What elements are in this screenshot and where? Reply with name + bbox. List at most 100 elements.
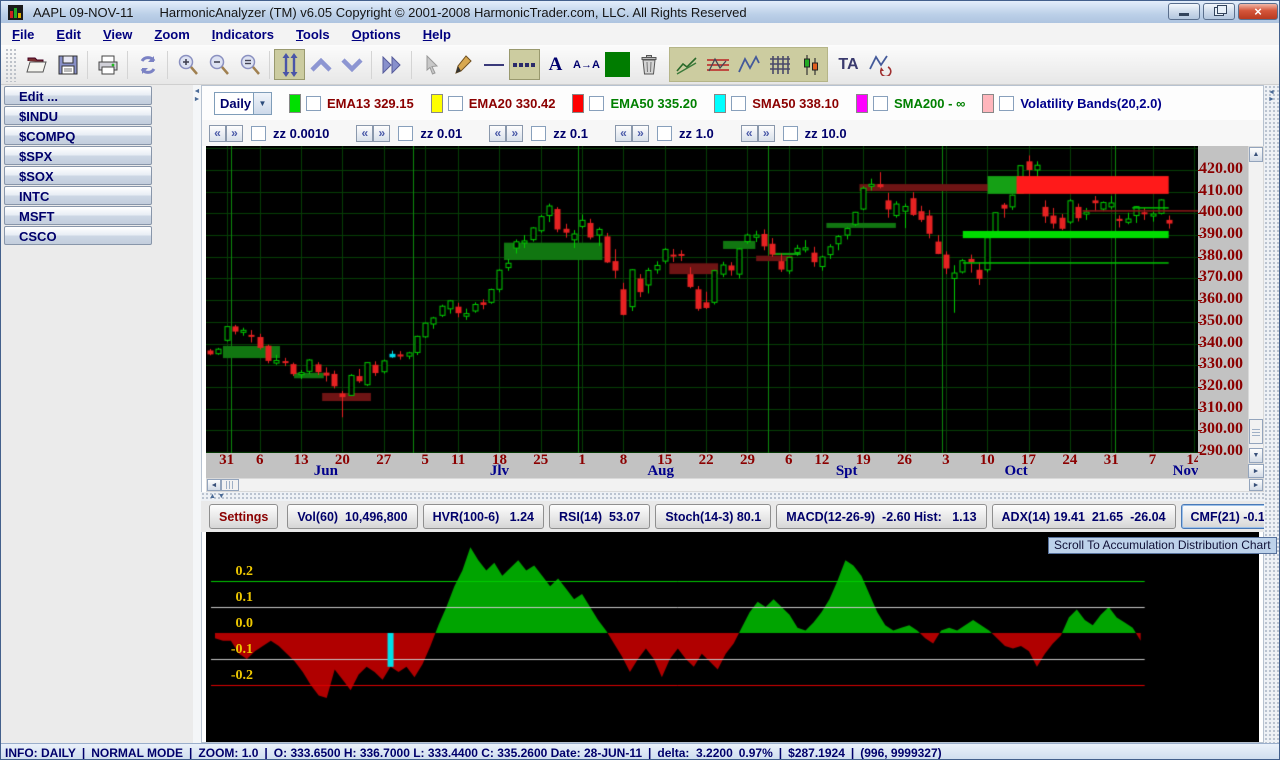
stoch-indicator-button[interactable]: Stoch(14-3) 80.1: [655, 504, 771, 529]
corner-scroll-button[interactable]: ►: [1248, 464, 1264, 478]
zz1-checkbox[interactable]: [657, 126, 672, 141]
legend-volatility-bands: Volatility Bands(20,2.0): [982, 94, 1161, 113]
time-scrollbar[interactable]: ◄ ►: [206, 478, 1264, 492]
pointer-tool-button[interactable]: [416, 49, 447, 80]
price-scroll-thumb[interactable]: [1249, 419, 1263, 444]
menu-zoom[interactable]: Zoom: [143, 25, 200, 44]
zz0001-next-button[interactable]: [226, 125, 243, 142]
date-tick-label: 19: [856, 453, 871, 467]
sidebar-splitter[interactable]: ◄►: [193, 85, 201, 743]
zz0001-checkbox[interactable]: [251, 126, 266, 141]
zz-group-10: zz 10.0: [741, 125, 847, 142]
fib-tool-button[interactable]: [702, 49, 733, 80]
restore-button[interactable]: [1203, 3, 1235, 20]
pencil-tool-button[interactable]: [447, 49, 478, 80]
zz10-label: zz 10.0: [805, 126, 847, 141]
sma50-checkbox[interactable]: [731, 96, 746, 111]
print-button[interactable]: [92, 49, 123, 80]
hvr-indicator-button[interactable]: HVR(100-6) 1.24: [423, 504, 544, 529]
cmf-indicator-button[interactable]: CMF(21) -0.131: [1181, 504, 1264, 529]
zz1-prev-button[interactable]: [615, 125, 632, 142]
sidebar-item-compq[interactable]: $COMPQ: [4, 126, 152, 145]
volatility-checkbox[interactable]: [999, 96, 1014, 111]
minimize-button[interactable]: [1168, 3, 1200, 20]
rsi-indicator-button[interactable]: RSI(14) 53.07: [549, 504, 650, 529]
sidebar-item-edit[interactable]: Edit ...: [4, 86, 152, 105]
zz10-checkbox[interactable]: [783, 126, 798, 141]
zz10-prev-button[interactable]: [741, 125, 758, 142]
open-button[interactable]: [21, 49, 52, 80]
text-tool-button[interactable]: A: [540, 49, 571, 80]
menu-help[interactable]: Help: [412, 25, 462, 44]
scroll-up-button[interactable]: ▲: [1249, 147, 1263, 162]
cmf-chart[interactable]: [206, 532, 1259, 742]
zz0001-prev-button[interactable]: [209, 125, 226, 142]
zz01-checkbox[interactable]: [531, 126, 546, 141]
menu-file[interactable]: File: [1, 25, 45, 44]
scroll-down-button[interactable]: ▼: [1249, 448, 1263, 463]
sidebar-item-csco[interactable]: CSCO: [4, 226, 152, 245]
color-swatch-button[interactable]: [602, 49, 633, 80]
sidebar-item-spx[interactable]: $SPX: [4, 146, 152, 165]
settings-button[interactable]: Settings: [209, 504, 278, 529]
macd-indicator-button[interactable]: MACD(12-26-9) -2.60 Hist: 1.13: [776, 504, 986, 529]
delete-button[interactable]: [633, 49, 664, 80]
zigzag-tool-button[interactable]: [733, 49, 764, 80]
ema20-checkbox[interactable]: [448, 96, 463, 111]
save-button[interactable]: [52, 49, 83, 80]
date-tick-label: 29: [740, 453, 755, 467]
menu-indicators[interactable]: Indicators: [201, 25, 285, 44]
grid-toggle-button[interactable]: [764, 49, 795, 80]
zz10-next-button[interactable]: [758, 125, 775, 142]
menu-edit[interactable]: Edit: [45, 25, 92, 44]
main-price-chart[interactable]: [206, 146, 1198, 453]
zz001-next-button[interactable]: [373, 125, 390, 142]
price-tick-label: 340.00: [1199, 334, 1243, 352]
collapse-down-button[interactable]: [336, 49, 367, 80]
close-button[interactable]: ×: [1238, 3, 1278, 20]
zz01-prev-button[interactable]: [489, 125, 506, 142]
time-scroll-thumb[interactable]: [221, 479, 239, 491]
zz001-checkbox[interactable]: [398, 126, 413, 141]
candles-toggle-button[interactable]: [795, 49, 826, 80]
sidebar-item-indu[interactable]: $INDU: [4, 106, 152, 125]
menu-tools[interactable]: Tools: [285, 25, 341, 44]
sidebar-item-intc[interactable]: INTC: [4, 186, 152, 205]
scroll-right-button[interactable]: ►: [1249, 479, 1263, 491]
volatility-swatch: [982, 94, 994, 113]
zz1-next-button[interactable]: [632, 125, 649, 142]
price-axis[interactable]: 420.00410.00400.00390.00380.00370.00360.…: [1198, 146, 1248, 478]
dots-tool-button[interactable]: [509, 49, 540, 80]
line-tool-button[interactable]: [478, 49, 509, 80]
horizontal-splitter[interactable]: ▲ ▼: [201, 492, 1264, 501]
refresh-button[interactable]: [132, 49, 163, 80]
menu-options[interactable]: Options: [341, 25, 412, 44]
trend-tool-button[interactable]: [671, 49, 702, 80]
sidebar-item-msft[interactable]: MSFT: [4, 206, 152, 225]
zigzag-reset-button[interactable]: [864, 49, 895, 80]
fast-forward-button[interactable]: [376, 49, 407, 80]
zoom-in-button[interactable]: [172, 49, 203, 80]
menu-view[interactable]: View: [92, 25, 143, 44]
scale-mode-button[interactable]: [274, 49, 305, 80]
sma50-label: SMA50 338.10: [752, 96, 839, 111]
ema13-checkbox[interactable]: [306, 96, 321, 111]
price-tick-mark: [1198, 257, 1202, 258]
volume-indicator-button[interactable]: Vol(60) 10,496,800: [287, 504, 417, 529]
zz001-prev-button[interactable]: [356, 125, 373, 142]
ta-button[interactable]: TA: [833, 49, 864, 80]
font-tool-button[interactable]: A→A: [571, 49, 602, 80]
zoom-out-button[interactable]: [203, 49, 234, 80]
price-scrollbar[interactable]: ▲ ▼: [1248, 146, 1264, 464]
scroll-left-button[interactable]: ◄: [207, 479, 221, 491]
right-splitter[interactable]: ◄►: [1264, 85, 1280, 743]
sidebar-item-sox[interactable]: $SOX: [4, 166, 152, 185]
collapse-up-button[interactable]: [305, 49, 336, 80]
adx-indicator-button[interactable]: ADX(14) 19.41 21.65 -26.04: [992, 504, 1176, 529]
sma200-checkbox[interactable]: [873, 96, 888, 111]
toolbar-drag-handle[interactable]: [5, 48, 17, 82]
zoom-reset-button[interactable]: [234, 49, 265, 80]
timeframe-select[interactable]: Daily ▼: [214, 92, 272, 115]
ema50-checkbox[interactable]: [589, 96, 604, 111]
zz01-next-button[interactable]: [506, 125, 523, 142]
